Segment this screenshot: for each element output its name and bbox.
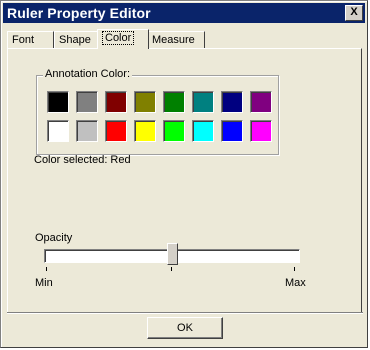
annotation-color-label: Annotation Color: <box>43 68 132 80</box>
title-bar: Ruler Property Editor X <box>3 3 365 23</box>
color-swatch-r2-c4[interactable] <box>134 120 156 142</box>
tab-font[interactable]: Font <box>7 31 54 48</box>
opacity-slider-thumb[interactable] <box>166 243 178 265</box>
color-swatch-r2-c2[interactable] <box>76 120 98 142</box>
color-swatch-r2-c3[interactable] <box>105 120 127 142</box>
color-selected-text: Color selected: Red <box>34 154 131 166</box>
bottom-separator <box>7 312 363 313</box>
color-swatch-r1-c5[interactable] <box>163 91 185 113</box>
color-swatch-r1-c3[interactable] <box>105 91 127 113</box>
color-swatch-r1-c7[interactable] <box>221 91 243 113</box>
window-title: Ruler Property Editor <box>7 5 151 21</box>
tab-measure-label: Measure <box>152 34 195 46</box>
color-swatch-r2-c5[interactable] <box>163 120 185 142</box>
color-swatch-r2-c8[interactable] <box>250 120 272 142</box>
ok-button[interactable]: OK <box>147 317 223 339</box>
opacity-max-label: Max <box>285 277 306 289</box>
tab-shape-label: Shape <box>59 34 91 46</box>
ruler-property-editor-dialog: Ruler Property Editor X Font Shape Color… <box>0 0 368 348</box>
annotation-color-group: Annotation Color: <box>36 68 279 155</box>
color-tab-panel: Annotation Color: Color selected: Red Op… <box>7 48 362 314</box>
tab-shape[interactable]: Shape <box>54 31 98 48</box>
slider-tick-mid <box>171 267 172 271</box>
color-swatch-r2-c7[interactable] <box>221 120 243 142</box>
opacity-min-label: Min <box>35 277 53 289</box>
opacity-label: Opacity <box>35 232 73 244</box>
close-button[interactable]: X <box>345 5 363 21</box>
tab-color[interactable]: Color <box>97 29 149 49</box>
color-swatch-r2-c1[interactable] <box>47 120 69 142</box>
color-swatch-r1-c4[interactable] <box>134 91 156 113</box>
color-swatch-r1-c1[interactable] <box>47 91 69 113</box>
color-swatch-r1-c8[interactable] <box>250 91 272 113</box>
tab-font-label: Font <box>12 34 35 46</box>
color-swatch-r1-c2[interactable] <box>76 91 98 113</box>
slider-tick-max <box>294 267 295 271</box>
color-swatch-r2-c6[interactable] <box>192 120 214 142</box>
tab-color-label: Color <box>102 31 135 45</box>
tab-measure[interactable]: Measure <box>147 31 205 48</box>
slider-tick-min <box>46 267 47 271</box>
color-swatch-r1-c6[interactable] <box>192 91 214 113</box>
